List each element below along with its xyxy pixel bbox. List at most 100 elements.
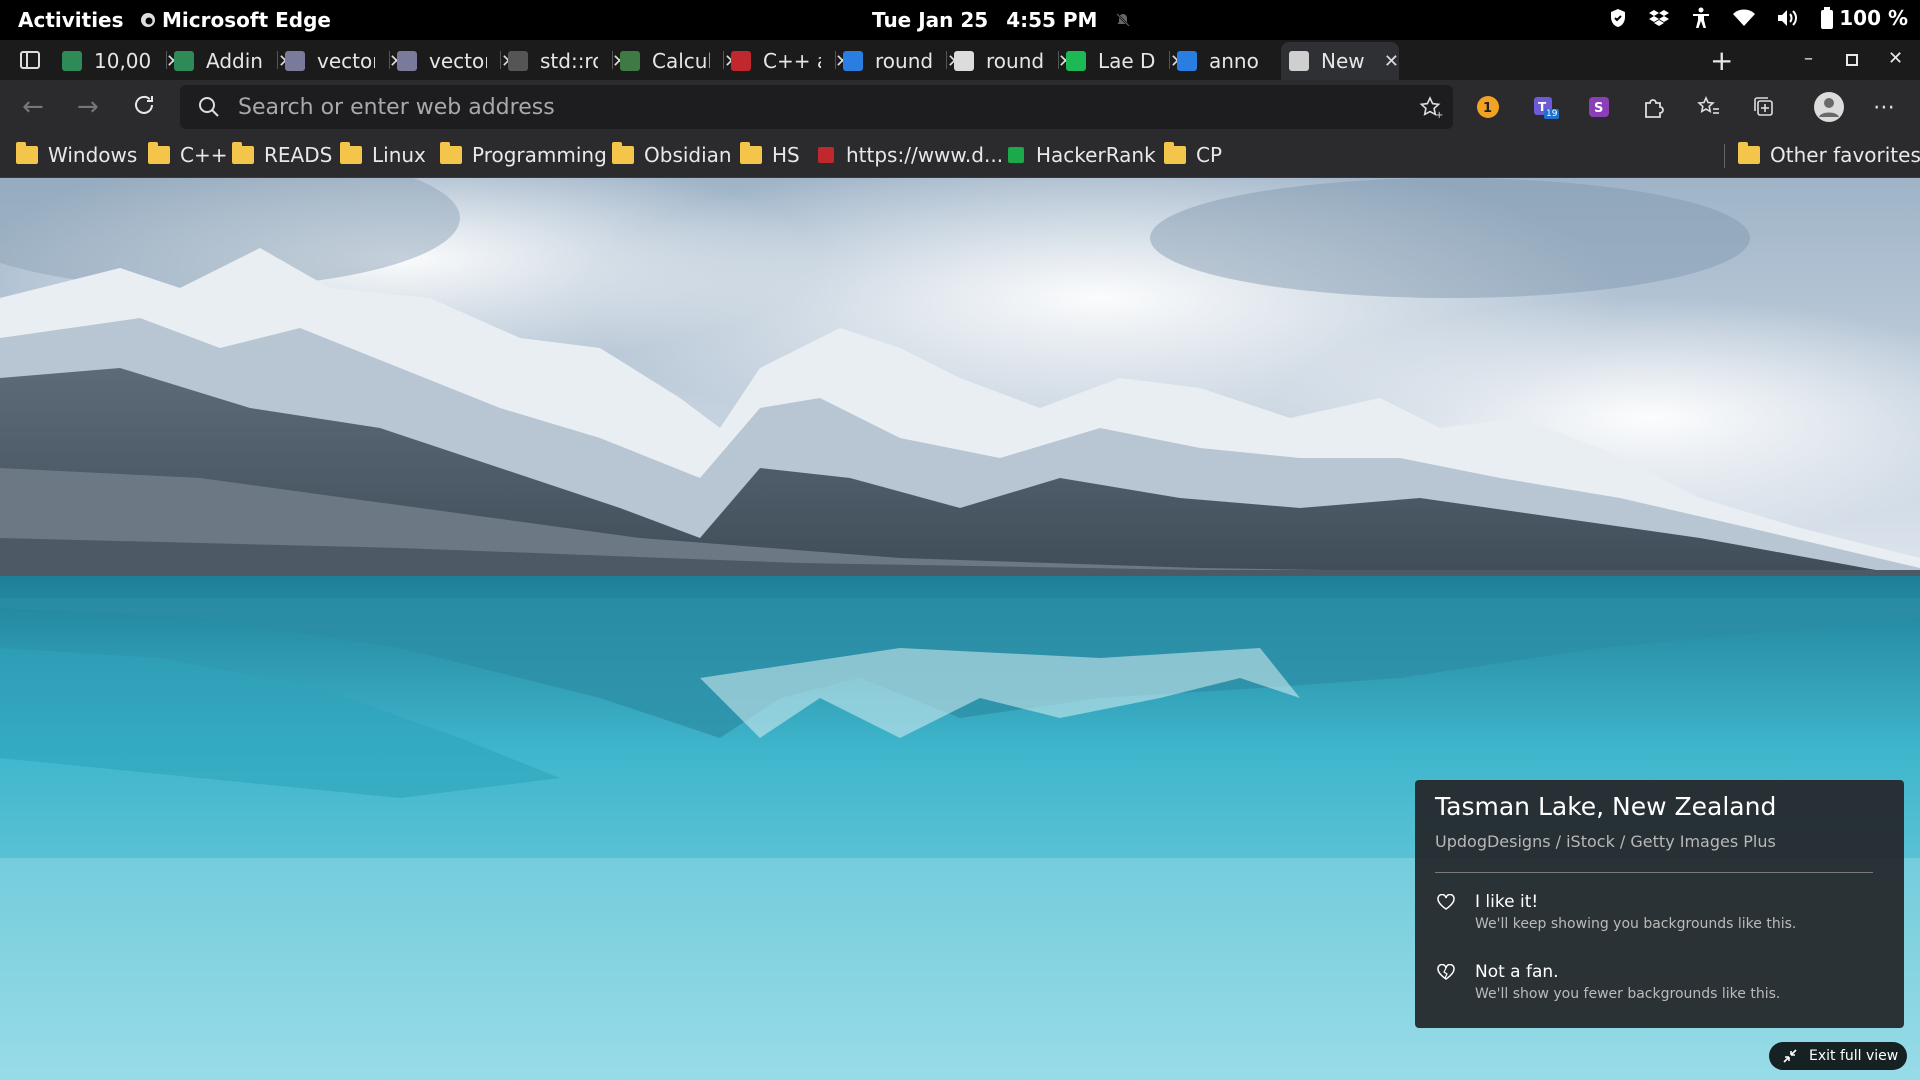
close-tab-icon[interactable]: ✕ xyxy=(1384,51,1399,72)
favorites-icon[interactable] xyxy=(1695,93,1723,121)
extension-purple-s-icon[interactable]: S xyxy=(1585,93,1613,121)
app-name: Microsoft Edge xyxy=(162,8,331,32)
minimize-button[interactable]: – xyxy=(1804,48,1813,69)
exit-full-view-button[interactable]: Exit full view xyxy=(1769,1042,1907,1070)
tab-separator xyxy=(166,51,167,69)
favorites-folder[interactable]: HS xyxy=(740,142,800,167)
tab[interactable]: round✕ xyxy=(954,42,1073,80)
tab-label: Lae D xyxy=(1098,49,1156,73)
tab[interactable]: round✕ xyxy=(843,42,962,80)
tab[interactable]: 10,000✕ xyxy=(62,42,181,80)
favorites-folder[interactable]: CP xyxy=(1164,142,1223,167)
search-icon xyxy=(199,97,219,117)
spotify-icon xyxy=(1066,51,1086,71)
tab-separator xyxy=(723,51,724,69)
cppreference-icon xyxy=(508,51,528,71)
tab-separator xyxy=(612,51,613,69)
favorites-label: Obsidian xyxy=(644,143,732,167)
green-owl-icon xyxy=(620,51,640,71)
battery-indicator: 100 % xyxy=(1821,6,1908,30)
favorites-folder[interactable]: READS xyxy=(232,142,333,167)
battery-icon xyxy=(1821,7,1834,29)
tab[interactable]: anno✕ xyxy=(1177,42,1296,80)
background-info-card: Tasman Lake, New Zealand UpdogDesigns / … xyxy=(1415,780,1904,1028)
maximize-button[interactable] xyxy=(1846,50,1858,71)
favorites-label: Windows xyxy=(48,143,138,167)
favorites-label: HackerRank xyxy=(1036,143,1156,167)
new-tab-button[interactable]: + xyxy=(1710,44,1733,77)
broken-heart-icon xyxy=(1437,964,1455,980)
favorites-label: READS xyxy=(264,143,333,167)
favorites-label: Programming xyxy=(472,143,607,167)
volume-icon xyxy=(1778,10,1798,26)
folder-icon xyxy=(232,142,254,164)
activities-button[interactable]: Activities xyxy=(18,8,124,32)
tab[interactable]: std::ro✕ xyxy=(508,42,627,80)
tab-label: Adding xyxy=(206,49,264,73)
battery-percent: 100 % xyxy=(1839,6,1908,30)
green-owl-icon xyxy=(174,51,194,71)
tab[interactable]: vector✕ xyxy=(397,42,516,80)
app-menu[interactable]: Microsoft Edge xyxy=(140,8,331,32)
tab[interactable]: Lae D✕ xyxy=(1066,42,1185,80)
folder-icon xyxy=(1738,142,1760,164)
favorites-link[interactable]: https://www.d... xyxy=(818,143,1003,167)
forward-button[interactable]: → xyxy=(77,93,99,121)
gamepad-icon xyxy=(397,51,417,71)
favorites-label: CP xyxy=(1196,143,1223,167)
back-button[interactable]: ← xyxy=(22,93,44,121)
favorites-folder[interactable]: Programming xyxy=(440,142,607,167)
dropbox-icon xyxy=(1649,10,1670,26)
gamepad-icon xyxy=(285,51,305,71)
address-input[interactable] xyxy=(238,94,1338,120)
tab[interactable]: vector✕ xyxy=(285,42,404,80)
tab[interactable]: Adding✕ xyxy=(174,42,293,80)
folder-icon xyxy=(148,142,170,164)
clock[interactable]: Tue Jan 25 4:55 PM xyxy=(872,8,1131,32)
profile-avatar[interactable] xyxy=(1813,91,1845,123)
background-title: Tasman Lake, New Zealand xyxy=(1435,792,1777,821)
system-tray[interactable]: 100 % xyxy=(1609,6,1908,30)
extension-notes-icon[interactable]: T 19 xyxy=(1530,93,1560,121)
add-favorite-icon[interactable]: + xyxy=(1419,96,1443,120)
dislike-background-option[interactable]: Not a fan. We'll show you fewer backgrou… xyxy=(1435,962,1780,1002)
tab[interactable]: New t ✕ xyxy=(1281,42,1399,80)
tab[interactable]: C++ al✕ xyxy=(731,42,850,80)
tab-separator xyxy=(500,51,501,69)
tab[interactable]: Calcul✕ xyxy=(620,42,739,80)
other-favorites-folder[interactable]: Other favorites xyxy=(1738,142,1920,167)
bing-icon xyxy=(843,51,863,71)
extension-orange-icon[interactable]: 1 xyxy=(1474,93,1502,121)
like-background-option[interactable]: I like it! We'll keep showing you backgr… xyxy=(1435,892,1796,932)
favorites-folder[interactable]: Windows xyxy=(16,142,138,167)
settings-more-icon[interactable]: ⋯ xyxy=(1870,93,1898,121)
close-window-button[interactable]: ✕ xyxy=(1888,48,1903,69)
tab-actions-icon[interactable] xyxy=(20,50,40,70)
tab-label: Calcul xyxy=(652,49,710,73)
tab-strip: 10,000✕Adding✕vector✕vector✕std::ro✕Calc… xyxy=(0,40,1920,80)
system-top-bar: Activities Microsoft Edge Tue Jan 25 4:5… xyxy=(0,0,1920,40)
dislike-title: Not a fan. xyxy=(1475,962,1559,982)
link-favicon-icon xyxy=(818,147,834,163)
refresh-button[interactable] xyxy=(132,93,156,123)
favorites-folder[interactable]: C++ xyxy=(148,142,227,167)
collections-icon[interactable] xyxy=(1750,93,1778,121)
tab-separator xyxy=(277,51,278,69)
folder-icon xyxy=(16,142,38,164)
favorites-link[interactable]: HackerRank xyxy=(1008,143,1156,167)
favorites-divider xyxy=(1724,144,1725,168)
tab-label: New t xyxy=(1321,49,1370,73)
tab-label: vector xyxy=(429,49,487,73)
bing-icon xyxy=(1177,51,1197,71)
clock-time: 4:55 PM xyxy=(1006,8,1098,32)
green-owl-icon xyxy=(62,51,82,71)
edge-icon xyxy=(141,13,155,27)
bell-muted-icon xyxy=(1116,13,1131,27)
folder-icon xyxy=(1164,142,1186,164)
extensions-puzzle-icon[interactable] xyxy=(1640,93,1668,121)
card-divider xyxy=(1435,872,1873,873)
address-bar[interactable]: + xyxy=(180,85,1453,129)
favorites-folder[interactable]: Obsidian xyxy=(612,142,732,167)
favorites-folder[interactable]: Linux xyxy=(340,142,426,167)
tab-separator xyxy=(946,51,947,69)
